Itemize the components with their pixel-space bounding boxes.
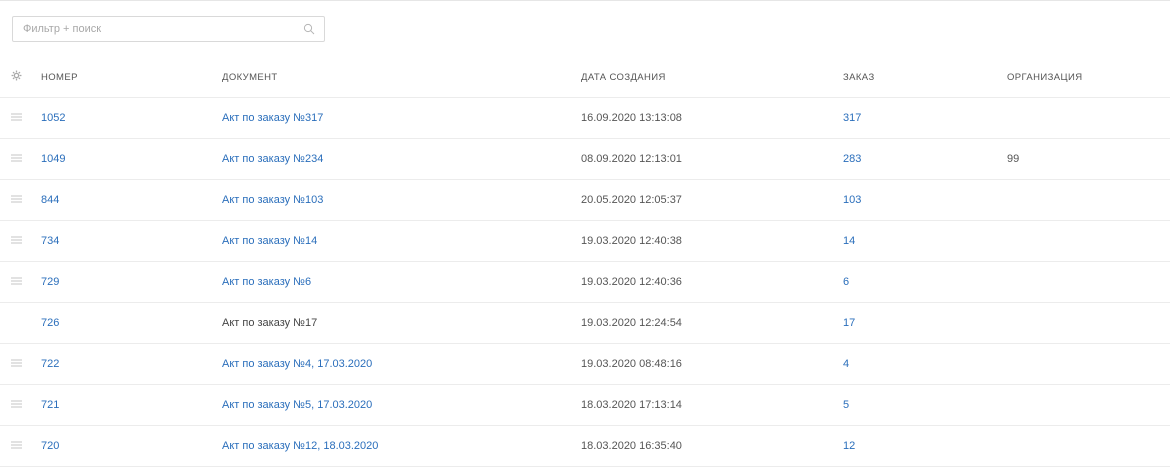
row-document-link[interactable]: Акт по заказу №5, 17.03.2020 xyxy=(222,385,372,425)
row-menu-button[interactable] xyxy=(7,221,25,261)
column-header-organization[interactable]: ОРГАНИЗАЦИЯ xyxy=(1007,57,1082,97)
row-document-link: Акт по заказу №17 xyxy=(222,317,318,329)
menu-lines-icon xyxy=(10,112,22,124)
row-created-date: 08.09.2020 12:13:01 xyxy=(581,153,682,165)
row-created-date: 19.03.2020 08:48:16 xyxy=(581,358,682,370)
row-number-link[interactable]: 844 xyxy=(41,180,59,220)
row-created-date: 19.03.2020 12:24:54 xyxy=(581,317,682,329)
row-number-link[interactable]: 721 xyxy=(41,385,59,425)
menu-lines-icon xyxy=(10,153,22,165)
row-menu-button[interactable] xyxy=(7,180,25,220)
row-document-link[interactable]: Акт по заказу №4, 17.03.2020 xyxy=(222,344,372,384)
menu-lines-icon xyxy=(10,358,22,370)
row-number-link[interactable]: 1049 xyxy=(41,139,65,179)
row-menu-button[interactable] xyxy=(7,344,25,384)
search-input[interactable] xyxy=(13,17,294,41)
row-number-link[interactable]: 734 xyxy=(41,221,59,261)
row-document-link[interactable]: Акт по заказу №14 xyxy=(222,221,317,261)
row-created-date: 20.05.2020 12:05:37 xyxy=(581,194,682,206)
row-created-date: 16.09.2020 13:13:08 xyxy=(581,112,682,124)
column-header-document[interactable]: ДОКУМЕНТ xyxy=(222,57,278,97)
row-document-link[interactable]: Акт по заказу №6 xyxy=(222,262,311,302)
row-order-link[interactable]: 317 xyxy=(843,98,861,138)
column-header-order[interactable]: ЗАКАЗ xyxy=(843,57,875,97)
table-header: НОМЕР ДОКУМЕНТ ДАТА СОЗДАНИЯ ЗАКАЗ ОРГАН… xyxy=(0,57,1170,98)
row-order-link[interactable]: 103 xyxy=(843,180,861,220)
row-document-link[interactable]: Акт по заказу №103 xyxy=(222,180,323,220)
menu-lines-icon xyxy=(10,440,22,452)
table-row[interactable]: 721 Акт по заказу №5, 17.03.2020 18.03.202… xyxy=(0,385,1170,426)
column-settings-button[interactable] xyxy=(7,57,25,97)
row-number-link[interactable]: 1052 xyxy=(41,98,65,138)
row-order-link[interactable]: 14 xyxy=(843,221,855,261)
gear-icon xyxy=(11,70,22,84)
documents-table: НОМЕР ДОКУМЕНТ ДАТА СОЗДАНИЯ ЗАКАЗ ОРГАН… xyxy=(0,57,1170,467)
documents-page: НОМЕР ДОКУМЕНТ ДАТА СОЗДАНИЯ ЗАКАЗ ОРГАН… xyxy=(0,0,1170,467)
row-number-link[interactable]: 729 xyxy=(41,262,59,302)
search-icon[interactable] xyxy=(294,17,324,41)
table-row[interactable]: 722 Акт по заказу №4, 17.03.2020 19.03.202… xyxy=(0,344,1170,385)
row-document-link[interactable]: Акт по заказу №12, 18.03.2020 xyxy=(222,426,378,466)
table-body: 1052 Акт по заказу №317 16.09.2020 13:13:0… xyxy=(0,98,1170,467)
menu-lines-icon xyxy=(10,399,22,411)
row-number-link[interactable]: 726 xyxy=(41,303,59,343)
row-menu-button[interactable] xyxy=(7,385,25,425)
table-row[interactable]: 844 Акт по заказу №103 20.05.2020 12:05:37… xyxy=(0,180,1170,221)
row-created-date: 18.03.2020 16:35:40 xyxy=(581,440,682,452)
table-row[interactable]: 1052 Акт по заказу №317 16.09.2020 13:13:0… xyxy=(0,98,1170,139)
row-order-link[interactable]: 4 xyxy=(843,344,849,384)
column-header-number[interactable]: НОМЕР xyxy=(41,57,78,97)
row-menu-button[interactable] xyxy=(7,262,25,302)
row-menu-button[interactable] xyxy=(7,139,25,179)
row-created-date: 18.03.2020 17:13:14 xyxy=(581,399,682,411)
row-document-link[interactable]: Акт по заказу №317 xyxy=(222,98,323,138)
row-order-link[interactable]: 6 xyxy=(843,262,849,302)
row-organization: 99 xyxy=(1007,153,1020,165)
row-number-link[interactable]: 722 xyxy=(41,344,59,384)
row-document-link[interactable]: Акт по заказу №234 xyxy=(222,139,323,179)
menu-lines-icon xyxy=(10,194,22,206)
table-row[interactable]: 734 Акт по заказу №14 19.03.2020 12:40:38 1… xyxy=(0,221,1170,262)
table-row[interactable]: 726 Акт по заказу №17 19.03.2020 12:24:54 1… xyxy=(0,303,1170,344)
row-menu-button[interactable] xyxy=(7,426,25,466)
row-number-link[interactable]: 720 xyxy=(41,426,59,466)
menu-lines-icon xyxy=(10,276,22,288)
search-box xyxy=(12,16,325,42)
table-row[interactable]: 729 Акт по заказу №6 19.03.2020 12:40:36 6 xyxy=(0,262,1170,303)
row-order-link[interactable]: 17 xyxy=(843,303,855,343)
row-created-date: 19.03.2020 12:40:38 xyxy=(581,235,682,247)
row-menu-button[interactable] xyxy=(7,98,25,138)
row-menu-button xyxy=(7,303,25,343)
table-row[interactable]: 1049 Акт по заказу №234 08.09.2020 12:13:0… xyxy=(0,139,1170,180)
row-order-link[interactable]: 5 xyxy=(843,385,849,425)
table-row[interactable]: 720 Акт по заказу №12, 18.03.2020 18.03.20… xyxy=(0,426,1170,467)
row-order-link[interactable]: 12 xyxy=(843,426,855,466)
row-created-date: 19.03.2020 12:40:36 xyxy=(581,276,682,288)
column-header-created[interactable]: ДАТА СОЗДАНИЯ xyxy=(581,57,666,97)
menu-lines-icon xyxy=(10,235,22,247)
row-order-link[interactable]: 283 xyxy=(843,139,861,179)
